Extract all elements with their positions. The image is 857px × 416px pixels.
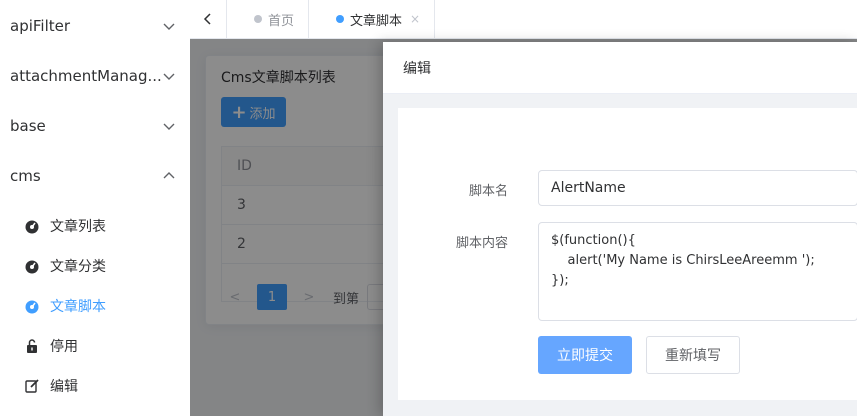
submit-button[interactable]: 立即提交 — [538, 336, 632, 374]
sidebar-group-cms[interactable]: cms — [0, 151, 190, 201]
sidebar-item-disable[interactable]: 停用 — [0, 326, 190, 366]
sidebar-group-apifilter[interactable]: apiFilter — [0, 1, 190, 51]
tab-label: 文章脚本 — [350, 13, 403, 29]
script-name-label: 脚本名 — [468, 184, 508, 199]
chevron-up-icon — [163, 172, 175, 179]
sidebar-item-label: 文章分类 — [50, 259, 106, 275]
dashboard-icon — [25, 220, 39, 234]
reset-button[interactable]: 重新填写 — [646, 336, 740, 374]
edit-drawer: 编辑 脚本名 脚本内容 $(function(){ alert('My Name… — [383, 42, 857, 416]
sidebar-group-attachment[interactable]: attachmentManag... — [0, 51, 190, 101]
chevron-left-icon — [203, 13, 211, 25]
drawer-title: 编辑 — [403, 60, 431, 77]
sidebar-group-label: cms — [10, 167, 41, 185]
sidebar-item-edit[interactable]: 编辑 — [0, 366, 190, 406]
sidebar-item-label: 停用 — [50, 339, 78, 355]
drawer-header: 编辑 — [383, 42, 857, 94]
sidebar-item-article-list[interactable]: 文章列表 — [0, 206, 190, 246]
tab-scroll-left[interactable] — [190, 0, 227, 38]
sidebar-item-label: 文章脚本 — [50, 299, 106, 315]
chevron-down-icon — [163, 73, 175, 80]
script-content-textarea[interactable]: $(function(){ alert('My Name is ChirsLee… — [538, 222, 857, 321]
edit-icon — [25, 379, 39, 393]
tab-article-script[interactable]: 文章脚本 × — [322, 0, 436, 38]
script-name-input[interactable] — [538, 170, 857, 206]
tab-bar: 首页 文章脚本 × — [190, 0, 857, 39]
unlock-icon — [27, 339, 37, 353]
sidebar-item-label: 编辑 — [50, 379, 78, 395]
sidebar-group-label: base — [10, 117, 46, 135]
sidebar-group-base[interactable]: base — [0, 101, 190, 151]
edit-form: 脚本名 脚本内容 $(function(){ alert('My Name is… — [398, 108, 857, 400]
sidebar-item-label: 文章列表 — [50, 219, 106, 235]
sidebar-group-label: apiFilter — [10, 17, 71, 35]
tab-dot-icon — [254, 15, 262, 23]
tab-dot-icon — [336, 15, 344, 23]
script-content-label: 脚本内容 — [455, 236, 508, 251]
sidebar-item-article-script[interactable]: 文章脚本 — [0, 286, 190, 326]
close-icon[interactable]: × — [410, 12, 420, 26]
tab-label: 首页 — [268, 13, 295, 29]
tab-home[interactable]: 首页 — [240, 0, 310, 38]
chevron-down-icon — [163, 23, 175, 30]
dashboard-icon — [25, 260, 39, 274]
sidebar: apiFilter attachmentManag... base cms 文章… — [0, 0, 191, 416]
sidebar-item-article-category[interactable]: 文章分类 — [0, 246, 190, 286]
dashboard-icon — [25, 300, 39, 314]
sidebar-group-label: attachmentManag... — [10, 67, 162, 85]
chevron-down-icon — [163, 123, 175, 130]
